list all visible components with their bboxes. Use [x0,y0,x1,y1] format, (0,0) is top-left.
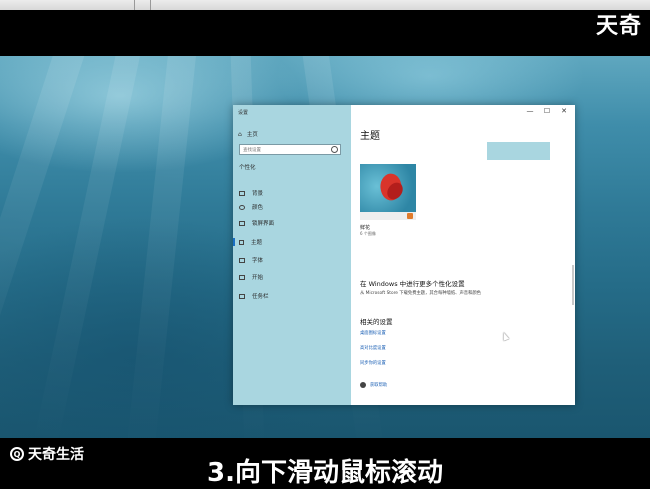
accent-preview [487,142,550,160]
home-label: 主页 [246,132,258,138]
store-link-text[interactable]: 从 Microsoft Store 下载免费主题，其合每种墙纸、声音和颜色 [360,290,481,296]
get-help-link[interactable]: 获取帮助 [360,382,387,388]
sidebar-item-label: 字体 [252,258,264,264]
link-desktop-icon-settings[interactable]: 桌面图标设置 [360,330,386,336]
more-personalization-heading: 在 Windows 中进行更多个性化设置 [360,280,465,288]
font-icon [239,257,245,263]
sidebar-item-label: 任务栏 [252,294,269,300]
sidebar-item-fonts[interactable]: 字体 [233,253,351,267]
page-title: 主题 [360,131,380,142]
top-browser-strip [0,0,650,10]
picture-icon [239,190,245,196]
search-placeholder: 查找设置 [243,148,261,153]
theme-color-badge [407,213,413,219]
theme-thumbnail[interactable] [360,164,416,220]
home-nav-item[interactable]: ⌂ 主页 [238,130,258,139]
settings-sidebar: 设置 ⌂ 主页 查找设置 个性化 背景 颜色 锁屏界面 主题 字体 开始 任务栏 [233,105,351,405]
related-settings-heading: 相关的设置 [360,318,393,326]
video-caption: 3.向下滑动鼠标滚动 [207,458,443,488]
link-sync-settings[interactable]: 同步你的设置 [360,360,386,366]
window-title: 设置 [238,110,249,116]
settings-main-pane: — ☐ ✕ 主题 鲜花 6 个图像 在 Windows 中进行更多个性化设置 从… [351,105,575,405]
help-label: 获取帮助 [370,383,388,388]
monitor-icon [239,220,245,226]
sidebar-item-background[interactable]: 背景 [233,186,351,200]
sidebar-item-start[interactable]: 开始 [233,270,351,284]
settings-window: 设置 ⌂ 主页 查找设置 个性化 背景 颜色 锁屏界面 主题 字体 开始 任务栏… [233,105,575,405]
minimize-button[interactable]: — [523,107,537,115]
section-title: 个性化 [239,165,256,171]
taskbar-icon [239,293,245,299]
search-icon [331,146,338,153]
brush-icon [239,239,244,245]
sidebar-item-colors[interactable]: 颜色 [233,200,351,214]
theme-image-count: 6 个图像 [360,231,376,236]
sidebar-item-label: 颜色 [252,205,264,211]
maximize-button[interactable]: ☐ [540,107,554,115]
start-icon [239,274,245,280]
sidebar-item-themes[interactable]: 主题 [233,235,351,249]
sidebar-item-label: 开始 [252,275,264,281]
sidebar-item-taskbar[interactable]: 任务栏 [233,289,351,303]
sidebar-item-label: 锁屏界面 [252,221,275,227]
link-high-contrast-settings[interactable]: 高对比度设置 [360,345,386,351]
sidebar-item-label: 主题 [251,240,263,246]
palette-icon [239,204,245,210]
mouse-cursor-icon [500,331,510,341]
search-input[interactable]: 查找设置 [239,144,341,155]
scrollbar[interactable] [572,265,574,305]
home-icon: ⌂ [238,130,242,138]
watermark-logo-top: 天奇 [595,14,642,39]
theme-name: 鲜花 [360,225,371,231]
help-icon [360,382,366,388]
close-button[interactable]: ✕ [557,107,571,115]
sidebar-item-label: 背景 [252,191,264,197]
sidebar-item-lockscreen[interactable]: 锁屏界面 [233,216,351,230]
